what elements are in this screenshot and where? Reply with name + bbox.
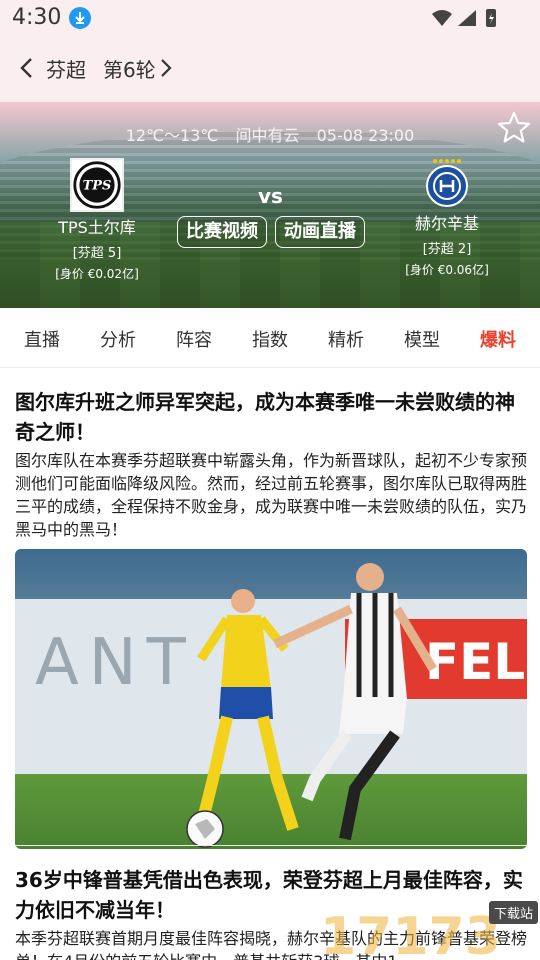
home-team[interactable]: TPS TPS土尔库 [芬超 5] [身价 €0.02亿] bbox=[22, 158, 172, 282]
animated-live-button[interactable]: 动画直播 bbox=[275, 216, 365, 248]
download-icon bbox=[69, 7, 91, 29]
divider bbox=[15, 845, 527, 846]
top-bar: 4:30 芬超 第6轮 bbox=[0, 0, 540, 102]
home-team-value: [身价 €0.02亿] bbox=[55, 267, 139, 281]
article-title[interactable]: 图尔库升班之师异军突起，成为本赛季唯一未尝败绩的神奇之师！ bbox=[15, 387, 527, 447]
tab-odds[interactable]: 指数 bbox=[252, 326, 288, 352]
tab-model[interactable]: 模型 bbox=[404, 326, 440, 352]
vs-label: vs bbox=[258, 184, 283, 208]
round-label[interactable]: 第6轮 bbox=[103, 54, 156, 83]
article-photo[interactable]: ANT FELI bbox=[15, 549, 527, 849]
away-team-name: 赫尔辛基 bbox=[414, 214, 479, 233]
away-team-logo bbox=[426, 159, 468, 207]
match-header: 12℃～13℃ 间中有云 05-08 23:00 TPS TPS土尔库 [芬超 … bbox=[0, 102, 540, 308]
league-name[interactable]: 芬超 bbox=[46, 54, 86, 83]
tab-bar: 直播 分析 阵容 指数 精析 模型 爆料 bbox=[0, 308, 540, 368]
svg-text:ANT: ANT bbox=[35, 626, 196, 700]
away-team-rank: [芬超 2] bbox=[422, 242, 472, 257]
chevron-right-icon[interactable] bbox=[156, 58, 176, 78]
temperature: 12℃～13℃ bbox=[125, 126, 219, 145]
news-article[interactable]: 图尔库升班之师异军突起，成为本赛季唯一未尝败绩的神奇之师！ 图尔库队在本赛季芬超… bbox=[15, 387, 528, 849]
away-team[interactable]: 赫尔辛基 [芬超 2] [身价 €0.06亿] bbox=[372, 158, 522, 278]
home-team-logo: TPS bbox=[70, 158, 124, 212]
tab-lineup[interactable]: 阵容 bbox=[176, 326, 212, 352]
tab-news[interactable]: 爆料 bbox=[480, 326, 516, 352]
home-team-rank: [芬超 5] bbox=[72, 246, 122, 261]
match-video-button[interactable]: 比赛视频 bbox=[177, 216, 267, 248]
football-match-photo: ANT FELI bbox=[15, 549, 527, 849]
news-feed[interactable]: 图尔库升班之师异军突起，成为本赛季唯一未尝败绩的神奇之师！ 图尔库队在本赛季芬超… bbox=[0, 369, 540, 960]
home-team-name: TPS土尔库 bbox=[58, 218, 136, 237]
article-body: 图尔库队在本赛季芬超联赛中崭露头角，作为新晋球队，起初不少专家预测他们可能面临降… bbox=[15, 451, 528, 539]
svg-text:17173: 17173 bbox=[320, 907, 501, 960]
tab-expert-analysis[interactable]: 精析 bbox=[328, 326, 364, 352]
tab-analysis[interactable]: 分析 bbox=[100, 326, 136, 352]
watermark-label: 下载站 bbox=[488, 901, 538, 924]
match-datetime: 05-08 23:00 bbox=[316, 126, 415, 145]
status-time: 4:30 bbox=[12, 5, 62, 30]
away-team-value: [身价 €0.06亿] bbox=[405, 263, 489, 277]
nav-bar: 芬超 第6轮 bbox=[0, 46, 540, 90]
tab-live[interactable]: 直播 bbox=[24, 326, 60, 352]
favorite-star-icon[interactable] bbox=[496, 110, 532, 146]
svg-text:TPS: TPS bbox=[83, 179, 112, 194]
weather: 间中有云 bbox=[235, 126, 300, 145]
back-arrow-icon[interactable] bbox=[16, 56, 40, 80]
match-info: 12℃～13℃ 间中有云 05-08 23:00 bbox=[0, 122, 540, 146]
svg-text:FELI: FELI bbox=[425, 633, 527, 691]
site-watermark: 17173 下载站 bbox=[314, 898, 540, 960]
system-status-icons bbox=[432, 9, 496, 27]
status-bar: 4:30 bbox=[0, 0, 540, 38]
